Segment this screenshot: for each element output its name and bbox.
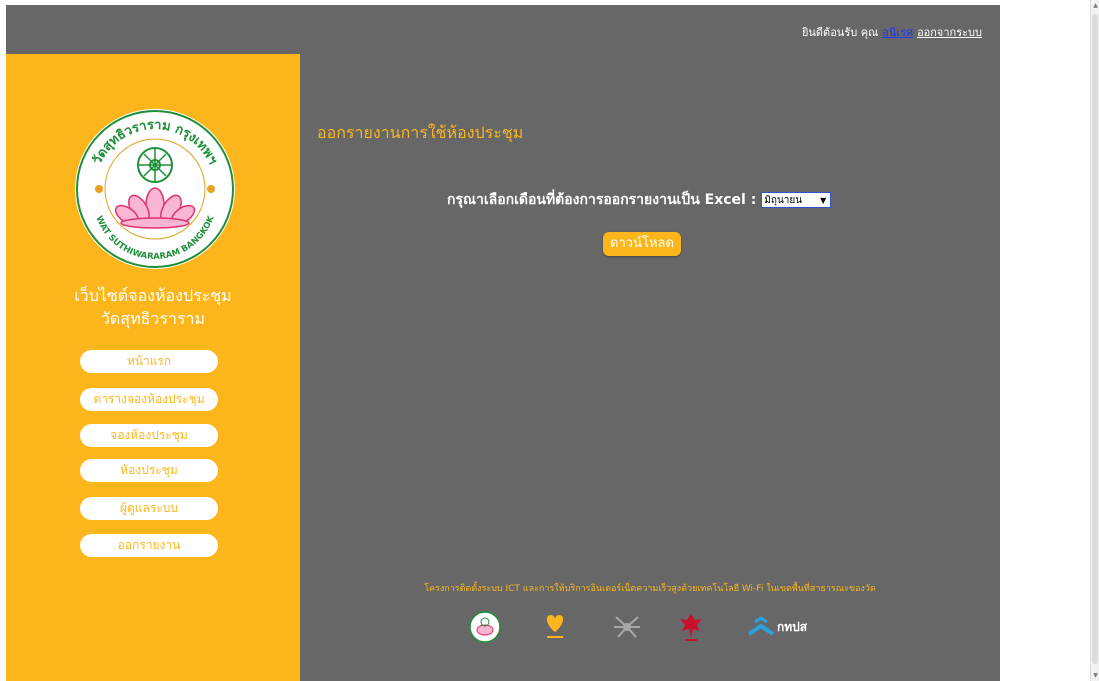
month-select-value: มิถุนายน	[764, 195, 803, 206]
nav-book-room-button[interactable]: จองห้องประชุม	[80, 424, 218, 447]
logout-link[interactable]: ออกจากระบบ	[917, 26, 982, 39]
partner-mark-icon	[747, 616, 775, 636]
nav-rooms-button[interactable]: ห้องประชุม	[80, 459, 218, 482]
main-content: ออกรายงานการใช้ห้องประชุม กรุณาเลือกเดือ…	[300, 54, 1000, 681]
welcome-text: ยินดีต้อนรับ คุณ	[801, 26, 879, 39]
partner-label: กทปส	[777, 619, 808, 634]
month-prompt-label: กรุณาเลือกเดือนที่ต้องการออกรายงานเป็น E…	[447, 192, 757, 208]
month-select[interactable]: มิถุนายน ▼	[761, 192, 832, 208]
vertical-scrollbar[interactable]: ▲ ▼	[1090, 0, 1099, 681]
temple-seal-icon	[469, 611, 501, 643]
nav-admin-button[interactable]: ผู้ดูแลระบบ	[80, 497, 218, 520]
partner-logo: กทปส	[747, 611, 807, 643]
garuda-emblem-icon	[678, 611, 704, 643]
footer-project-text: โครงการติดตั้งระบบ ICT และการให้บริการอิ…	[424, 584, 876, 594]
scroll-down-icon[interactable]: ▼	[1091, 672, 1099, 679]
welcome-area: ยินดีต้อนรับ คุณ อนิเรศ ออกจากระบบ	[802, 23, 982, 41]
chevron-down-icon: ▼	[820, 196, 827, 205]
nav-home-button[interactable]: หน้าแรก	[80, 350, 218, 373]
top-bar: ยินดีต้อนรับ คุณ อนิเรศ ออกจากระบบ	[6, 5, 1000, 54]
scroll-up-icon[interactable]: ▲	[1091, 2, 1099, 9]
nav-report-button[interactable]: ออกรายงาน	[80, 534, 218, 557]
username-link[interactable]: อนิเรศ	[882, 26, 913, 39]
site-title-line2: วัดสุทธิวราราม	[100, 309, 206, 328]
temple-logo: วัดสุทธิวราราม กรุงเทพฯ WAT SUTHIWARARAM…	[75, 109, 235, 269]
nav-booking-schedule-button[interactable]: ตารางจองห้องประชุม	[80, 388, 218, 411]
wing-emblem-icon	[610, 611, 644, 643]
download-button[interactable]: ดาวน์โหลด	[603, 232, 681, 256]
heart-logo-icon	[543, 611, 567, 643]
page-title: ออกรายงานการใช้ห้องประชุม	[317, 123, 524, 142]
month-prompt-row: กรุณาเลือกเดือนที่ต้องการออกรายงานเป็น E…	[447, 189, 832, 211]
site-title-line1: เว็บไซต์จองห้องประชุม	[74, 286, 232, 305]
sidebar: วัดสุทธิวราราม กรุงเทพฯ WAT SUTHIWARARAM…	[6, 54, 300, 681]
scrollbar-thumb[interactable]	[1092, 14, 1098, 664]
